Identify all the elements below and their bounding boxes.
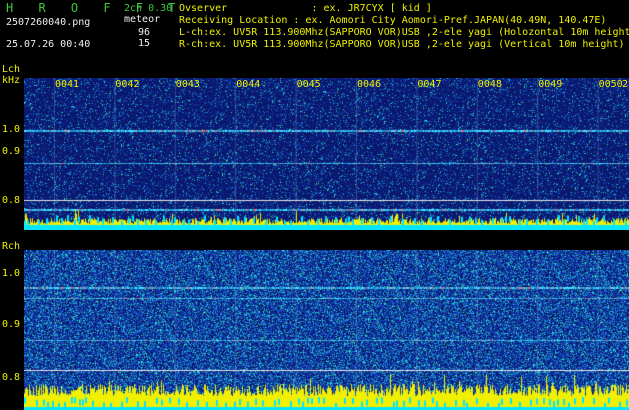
minute-label: 0049 (538, 79, 563, 90)
lch-tick-1-0: 1.0 (2, 124, 21, 135)
minute-label: 0043 (175, 79, 200, 90)
rch-info-line: R-ch:ex. UV5R 113.900Mhz(SAPPORO VOR)USB… (179, 39, 625, 50)
rch-spectrogram[interactable] (24, 250, 629, 410)
minute-label: 0047 (417, 79, 442, 90)
lch-spectrogram[interactable] (24, 78, 629, 230)
lch-unit: kHz (2, 75, 21, 86)
lch-label: Lch (2, 64, 21, 75)
lch-tick-0-8: 0.8 (2, 195, 21, 206)
rch-label: Rch (2, 241, 21, 252)
meteor-count-rch: 15 (138, 38, 151, 49)
lch-tick-0-9: 0.9 (2, 146, 21, 157)
meteor-label: meteor (124, 14, 161, 25)
datetime: 25.07.26 00:40 (6, 39, 91, 50)
minute-label: 0044 (236, 79, 261, 90)
lch-info-line: L-ch:ex. UV5R 113.900Mhz(SAPPORO VOR)USB… (179, 27, 629, 38)
minute-label: 0048 (477, 79, 502, 90)
rch-tick-1-0: 1.0 (2, 268, 21, 279)
minute-label: 0041 (55, 79, 80, 90)
minute-label: 0050 (598, 79, 623, 90)
minute-label: 0042 (115, 79, 140, 90)
minute-label: 0045 (296, 79, 321, 90)
rch-tick-0-9: 0.9 (2, 319, 21, 330)
minute-label: 0046 (357, 79, 382, 90)
minute-label: 2 (622, 79, 629, 90)
observer-line: Ovserver : ex. JR7CYX [ kid ] (179, 3, 432, 14)
location-line: Receiving Location : ex. Aomori City Aom… (179, 15, 607, 26)
rch-tick-0-8: 0.8 (2, 372, 21, 383)
filename: 2507260040.png (6, 17, 91, 28)
